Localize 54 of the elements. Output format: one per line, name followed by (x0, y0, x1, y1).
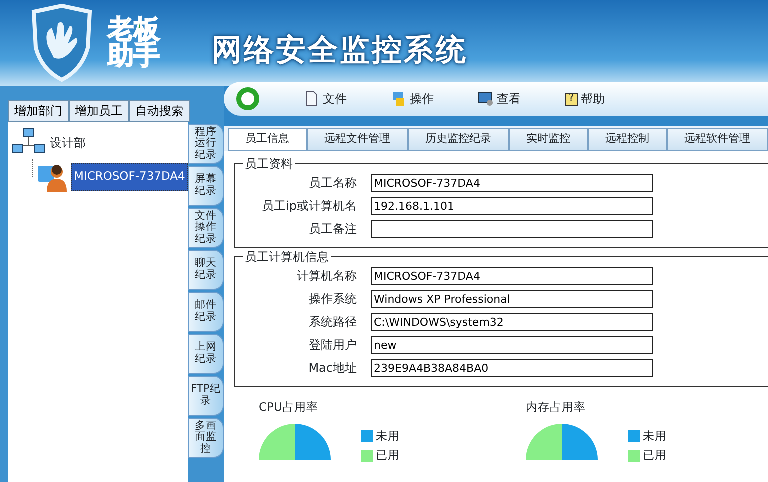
field-label: Mac地址 (308, 360, 358, 377)
side-tab[interactable]: 邮件纪录 (188, 292, 224, 332)
input-field[interactable]: new (371, 336, 653, 354)
input-field[interactable]: Windows XP Professional (371, 290, 653, 308)
side-tab[interactable]: 文件操作纪录 (188, 208, 224, 248)
input-field[interactable]: MICROSOF-737DA4 (371, 267, 653, 285)
toolbar-button[interactable]: 增加员工 (68, 100, 130, 122)
tree-node[interactable]: MICROSOF-737DA4 (71, 163, 188, 191)
document-icon (304, 91, 320, 107)
legend-label: 已用 (376, 447, 400, 464)
field-label: 登陆用户 (308, 337, 358, 354)
brand-name: 老板助手 (108, 17, 161, 69)
toolbar-button[interactable]: 增加部门 (8, 100, 69, 122)
chart-title: 内存占用率 (526, 398, 587, 416)
side-tab[interactable]: 程序运行纪录 (188, 124, 224, 164)
tab[interactable]: 远程文件管理 (307, 128, 408, 150)
menu-item[interactable]: 操作 (391, 90, 434, 108)
input-field[interactable]: MICROSOF-737DA4 (371, 174, 653, 192)
tree-node[interactable]: 设计部 (50, 134, 86, 152)
menu-item[interactable]: 文件 (304, 90, 347, 108)
side-tab[interactable]: 多画面监控 (188, 418, 224, 458)
field-label: 计算机名称 (296, 268, 358, 285)
menu-item[interactable]: 查看 (478, 90, 521, 108)
toolbar-button[interactable]: 自动搜索 (129, 100, 190, 122)
help-icon: ? (565, 92, 578, 106)
side-tab[interactable]: 聊天纪录 (188, 250, 224, 290)
app-title: 网络安全监控系统 (212, 32, 468, 70)
field-label: 员工名称 (308, 175, 358, 192)
chart-title: CPU占用率 (259, 398, 320, 416)
legend-label: 未用 (376, 428, 400, 445)
tab[interactable]: 实时监控 (509, 128, 588, 150)
field-label: 系统路径 (308, 314, 358, 331)
monitor-icon (478, 91, 494, 107)
input-field[interactable]: 239E9A4B38A84BA0 (371, 359, 653, 377)
field-label: 员工备注 (308, 221, 358, 238)
tab[interactable]: 员工信息 (228, 128, 307, 150)
input-field[interactable] (371, 220, 653, 238)
field-label: 员工ip或计算机名 (261, 198, 358, 215)
user-computer-icon (37, 162, 67, 192)
tab[interactable]: 历史监控纪录 (408, 128, 509, 150)
legend-label: 未用 (643, 428, 667, 445)
field-label: 操作系统 (308, 291, 358, 308)
side-tab[interactable]: 上网纪录 (188, 334, 224, 374)
connector-line (32, 159, 33, 177)
side-tab[interactable]: FTP纪录 (188, 376, 224, 416)
side-tab[interactable]: 屏幕纪录 (188, 166, 224, 206)
menu-item[interactable]: ? 帮助 (565, 90, 605, 108)
input-field[interactable]: 192.168.1.101 (371, 197, 653, 215)
window-icon (391, 91, 407, 107)
tab[interactable]: 远程软件管理 (667, 128, 768, 150)
tab[interactable]: 远程控制 (588, 128, 667, 150)
legend-label: 已用 (643, 447, 667, 464)
ring-icon[interactable] (236, 87, 260, 111)
input-field[interactable]: C:\WINDOWS\system32 (371, 313, 653, 331)
